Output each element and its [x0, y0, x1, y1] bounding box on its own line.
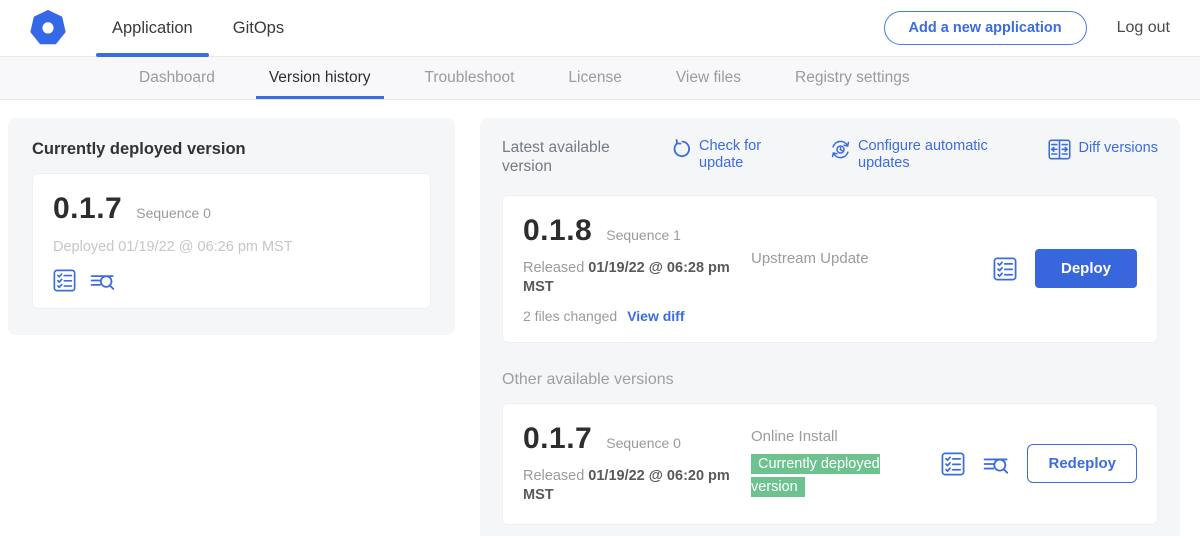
configure-automatic-updates-label: Configure automatic updates: [858, 138, 1008, 173]
app-subnav: Dashboard Version history Troubleshoot L…: [0, 57, 1200, 100]
other-released-timestamp: Released 01/19/22 @ 06:20 pm MST: [523, 467, 741, 506]
other-sequence-label: Sequence 0: [606, 435, 681, 451]
latest-version-number: 0.1.8: [523, 214, 592, 248]
released-prefix: Released: [523, 260, 584, 276]
subnav-item-registry-settings-label: Registry settings: [795, 69, 910, 87]
latest-version-source: Upstream Update: [741, 214, 993, 267]
check-for-update-link[interactable]: Check for update: [672, 138, 790, 173]
latest-version-card: 0.1.8 Sequence 1 Released 01/19/22 @ 06:…: [502, 195, 1158, 343]
configure-automatic-updates-link[interactable]: Configure automatic updates: [830, 138, 1018, 173]
deployed-version-number: 0.1.7: [53, 192, 122, 226]
refresh-icon: [672, 139, 692, 159]
logout-link[interactable]: Log out: [1117, 19, 1170, 37]
currently-deployed-badge: Currently deployed version: [751, 454, 880, 497]
latest-released-timestamp: Released 01/19/22 @ 06:28 pm MST: [523, 259, 741, 298]
currently-deployed-badge-wrap: Currently deployed version: [751, 453, 901, 499]
subnav-item-dashboard-label: Dashboard: [139, 69, 215, 87]
view-logs-icon[interactable]: [983, 452, 1009, 476]
latest-sequence-label: Sequence 1: [606, 227, 681, 243]
check-for-update-label: Check for update: [699, 138, 777, 173]
subnav-item-license[interactable]: License: [541, 57, 648, 99]
tab-application-label: Application: [112, 19, 193, 38]
add-application-button[interactable]: Add a new application: [884, 11, 1087, 45]
other-version-source: Online Install: [751, 428, 941, 445]
currently-deployed-title: Currently deployed version: [32, 140, 431, 159]
subnav-item-troubleshoot[interactable]: Troubleshoot: [398, 57, 542, 99]
subnav-item-license-label: License: [568, 69, 621, 87]
subnav-item-view-files[interactable]: View files: [649, 57, 768, 99]
deployed-version-card: 0.1.7 Sequence 0 Deployed 01/19/22 @ 06:…: [32, 173, 431, 309]
tab-gitops[interactable]: GitOps: [217, 0, 300, 57]
subnav-item-version-history-label: Version history: [269, 69, 371, 87]
redeploy-button[interactable]: Redeploy: [1027, 444, 1137, 483]
main-content: Currently deployed version 0.1.7 Sequenc…: [0, 100, 1200, 536]
latest-available-title: Latest available version: [502, 138, 630, 177]
version-config-checklist-icon[interactable]: [941, 452, 965, 476]
other-version-number: 0.1.7: [523, 422, 592, 456]
subnav-item-dashboard[interactable]: Dashboard: [112, 57, 242, 99]
app-logo-icon: [30, 10, 66, 46]
subnav-item-version-history[interactable]: Version history: [242, 57, 398, 99]
other-version-card: 0.1.7 Sequence 0 Released 01/19/22 @ 06:…: [502, 403, 1158, 525]
currently-deployed-panel: Currently deployed version 0.1.7 Sequenc…: [8, 118, 455, 335]
deploy-button[interactable]: Deploy: [1035, 249, 1137, 288]
subnav-item-troubleshoot-label: Troubleshoot: [425, 69, 515, 87]
available-versions-panel: Latest available version Check for updat…: [480, 118, 1180, 536]
diff-versions-label: Diff versions: [1078, 140, 1158, 157]
version-config-checklist-icon[interactable]: [993, 257, 1017, 281]
view-logs-icon[interactable]: [90, 269, 115, 292]
released-prefix: Released: [523, 468, 584, 484]
tab-application[interactable]: Application: [96, 0, 209, 57]
deployed-sequence-label: Sequence 0: [136, 205, 211, 221]
auto-update-clock-icon: [830, 139, 851, 160]
subnav-item-registry-settings[interactable]: Registry settings: [768, 57, 937, 99]
deployed-timestamp: Deployed 01/19/22 @ 06:26 pm MST: [53, 239, 410, 255]
other-available-versions-title: Other available versions: [502, 371, 1158, 389]
diff-versions-icon: [1048, 139, 1071, 160]
tab-gitops-label: GitOps: [233, 19, 284, 38]
files-changed-label: 2 files changed: [523, 308, 617, 324]
version-config-checklist-icon[interactable]: [53, 269, 76, 292]
view-diff-link[interactable]: View diff: [627, 308, 684, 324]
top-header: Application GitOps Add a new application…: [0, 0, 1200, 57]
subnav-item-view-files-label: View files: [676, 69, 741, 87]
diff-versions-link[interactable]: Diff versions: [1048, 138, 1158, 160]
